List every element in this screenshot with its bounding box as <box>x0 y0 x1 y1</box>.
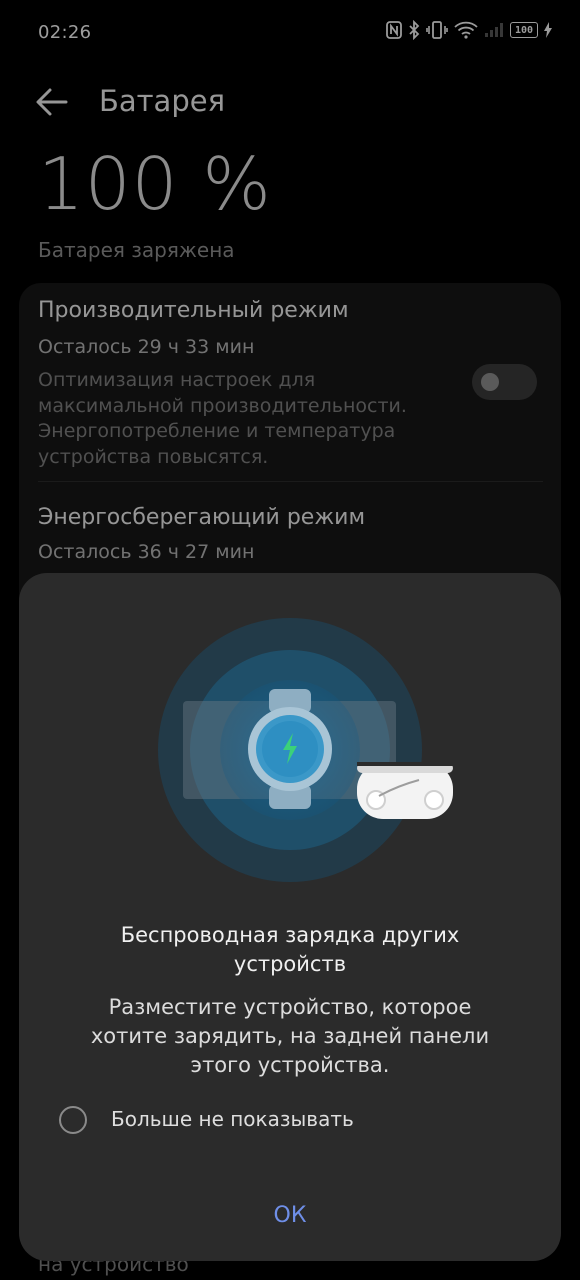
dialog-title: Беспроводная зарядка других устройств <box>120 923 460 976</box>
wireless-charging-dialog: Беспроводная зарядка других устройств Ра… <box>19 573 561 1261</box>
ok-button[interactable]: ОК <box>240 1193 340 1237</box>
earbuds-case-icon <box>357 762 453 819</box>
wireless-charging-illustration-svg <box>158 618 453 882</box>
dialog-message: Разместите устройство, которое хотите за… <box>90 995 490 1077</box>
dont-show-again-radio[interactable] <box>59 1106 87 1134</box>
dont-show-again-label[interactable]: Больше не показывать <box>111 1107 354 1131</box>
wireless-charging-illustration <box>19 613 561 883</box>
